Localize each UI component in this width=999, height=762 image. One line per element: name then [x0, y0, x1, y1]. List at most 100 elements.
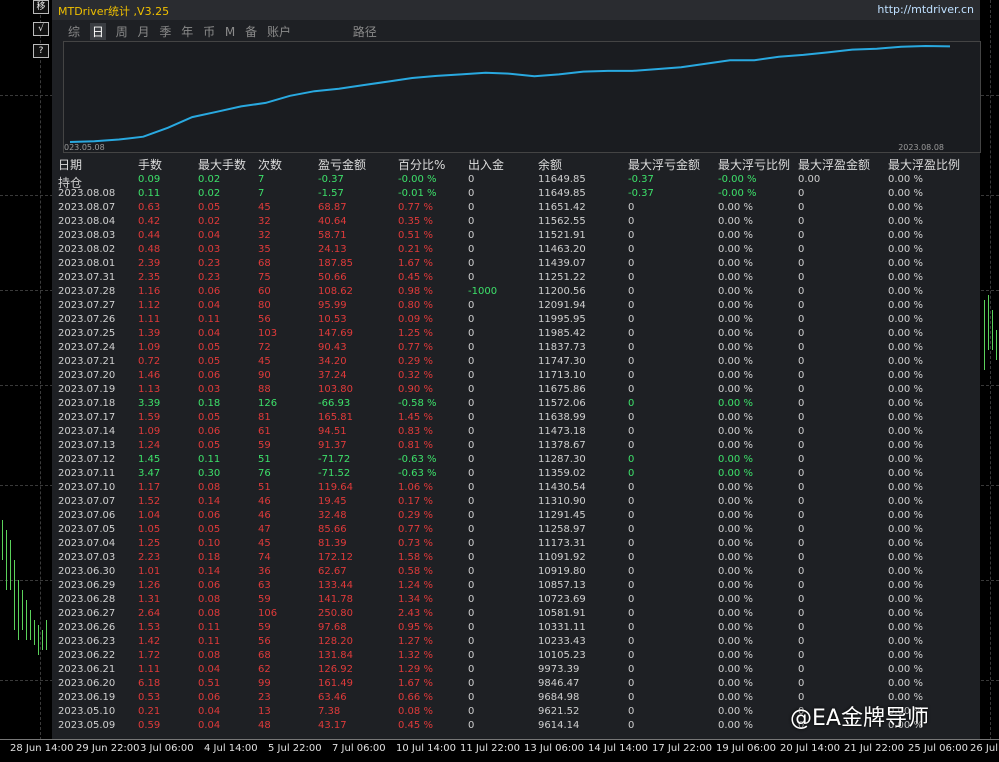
table-cell: 0: [468, 230, 475, 241]
table-cell: 0: [798, 538, 805, 549]
table-cell: 81: [258, 412, 271, 423]
table-cell: 2.23: [138, 552, 161, 563]
tab-account[interactable]: 账户: [267, 23, 291, 40]
table-cell: 1.32 %: [398, 650, 433, 661]
table-cell: 80: [258, 300, 271, 311]
candle-bar: [30, 610, 31, 640]
table-cell: 0: [798, 496, 805, 507]
table-cell: 1.67 %: [398, 258, 433, 269]
table-cell: 11473.18: [538, 426, 586, 437]
tab-m[interactable]: M: [225, 25, 235, 39]
table-cell: 0.00 %: [718, 426, 753, 437]
tab-year[interactable]: 年: [181, 23, 193, 40]
table-cell: -0.00 %: [398, 174, 437, 185]
table-cell: 2023.08.03: [58, 230, 116, 241]
table-cell: 0: [798, 552, 805, 563]
table-cell: 59: [258, 440, 271, 451]
table-cell: 0.51: [198, 678, 221, 689]
table-cell: 0.42: [138, 216, 161, 227]
tab-currency[interactable]: 币: [203, 23, 215, 40]
table-cell: -71.52: [318, 468, 351, 479]
table-cell: 0: [628, 314, 635, 325]
table-cell: 11713.10: [538, 370, 586, 381]
tab-path[interactable]: 路径: [353, 23, 377, 40]
table-cell: 0.30: [198, 468, 221, 479]
table-cell: 0.11: [198, 454, 221, 465]
table-cell: 0: [798, 580, 805, 591]
check-button[interactable]: √: [33, 22, 49, 36]
table-cell: 0.02: [198, 188, 221, 199]
table-cell: -0.01 %: [398, 188, 437, 199]
table-cell: 2023.07.17: [58, 412, 116, 423]
table-cell: 103: [258, 328, 278, 339]
header-max-float-loss: 最大浮亏金额: [628, 158, 701, 172]
table-cell: 0.00 %: [888, 594, 923, 605]
table-cell: 0.00 %: [718, 678, 753, 689]
table-cell: 0.04: [198, 720, 221, 731]
table-cell: 63: [258, 580, 271, 591]
table-cell: 0: [468, 384, 475, 395]
candle-bar: [34, 620, 35, 645]
candle-bar: [22, 590, 23, 630]
time-axis-label: 19 Jul 06:00: [716, 743, 776, 754]
time-axis-label: 28 Jun 14:00: [10, 743, 74, 754]
table-cell: 1.09: [138, 426, 161, 437]
table-cell: 0: [628, 580, 635, 591]
table-cell: 250.80: [318, 608, 353, 619]
candle-bar: [988, 295, 989, 350]
table-cell: 0.53: [138, 692, 161, 703]
table-cell: 0.05: [198, 342, 221, 353]
table-cell: 0.72: [138, 356, 161, 367]
table-cell: 0: [468, 678, 475, 689]
tab-summary[interactable]: 综: [68, 23, 80, 40]
table-cell: -1000: [468, 286, 498, 297]
table-cell: -1.57: [318, 188, 344, 199]
table-cell: 0: [468, 258, 475, 269]
table-cell: 0: [628, 454, 635, 465]
table-cell: 0.00 %: [718, 314, 753, 325]
time-axis-label: 11 Jul 22:00: [460, 743, 520, 754]
help-button[interactable]: ?: [33, 44, 49, 58]
table-cell: 0.03: [198, 384, 221, 395]
table-cell: 11463.20: [538, 244, 586, 255]
table-cell: 0.73 %: [398, 538, 433, 549]
table-cell: 0.00 %: [718, 566, 753, 577]
title-bar: MTDriver统计 ,V3.25 http://mtdriver.cn: [52, 0, 980, 20]
table-cell: 2023.08.02: [58, 244, 116, 255]
tab-quarter[interactable]: 季: [159, 23, 171, 40]
table-cell: 1.45 %: [398, 412, 433, 423]
tab-month[interactable]: 月: [138, 23, 150, 40]
tab-day[interactable]: 日: [89, 23, 106, 40]
table-cell: 1.24 %: [398, 580, 433, 591]
table-cell: 0.00 %: [718, 202, 753, 213]
table-cell: 0: [468, 650, 475, 661]
move-button[interactable]: 移: [33, 0, 49, 14]
table-cell: 2023.06.21: [58, 664, 116, 675]
candle-bar: [42, 630, 43, 650]
table-cell: 0: [798, 384, 805, 395]
website-link[interactable]: http://mtdriver.cn: [877, 3, 974, 16]
table-cell: 1.05: [138, 524, 161, 535]
candle-bar: [26, 600, 27, 640]
table-cell: 133.44: [318, 580, 353, 591]
table-cell: 103.80: [318, 384, 353, 395]
table-cell: 45: [258, 356, 271, 367]
time-axis-label: 5 Jul 22:00: [268, 743, 322, 754]
table-cell: 0: [468, 622, 475, 633]
table-cell: 0.77 %: [398, 202, 433, 213]
tab-week[interactable]: 周: [116, 23, 128, 40]
table-cell: 62: [258, 664, 271, 675]
table-cell: 0.45 %: [398, 272, 433, 283]
table-cell: 0.00 %: [888, 342, 923, 353]
table-cell: 0.00 %: [888, 650, 923, 661]
time-axis-label: 7 Jul 06:00: [332, 743, 386, 754]
header-lots: 手数: [138, 158, 163, 172]
table-cell: 10919.80: [538, 566, 586, 577]
tab-backup[interactable]: 备: [245, 23, 257, 40]
header-balance: 余额: [538, 158, 563, 172]
table-cell: 0.63: [138, 202, 161, 213]
table-cell: 2023.07.24: [58, 342, 116, 353]
time-axis-label: 26 Jul: [970, 743, 998, 754]
table-cell: 0: [468, 468, 475, 479]
table-cell: 0: [628, 566, 635, 577]
